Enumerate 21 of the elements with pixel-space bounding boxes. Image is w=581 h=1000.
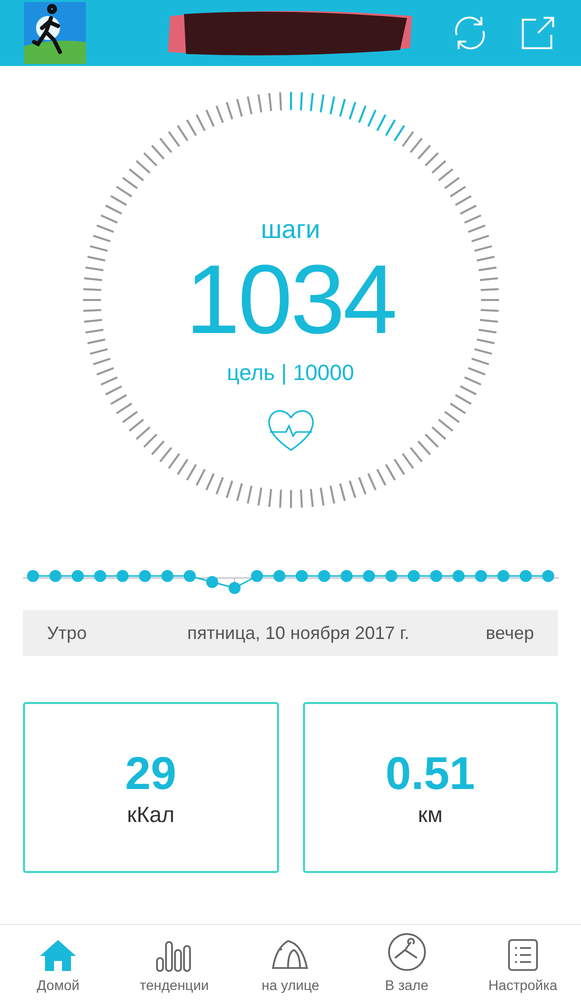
app-logo-icon[interactable] [24,2,86,64]
tent-icon [270,938,310,972]
nav-tab[interactable]: тенденции [116,925,232,1000]
yoga-pose-icon [386,932,427,972]
nav-tab[interactable]: Настройка [464,925,581,1000]
stat-unit: кКал [126,804,174,826]
stat-value: 0.51 [385,750,476,796]
date-label: пятница, 10 ноября 2017 г. [187,622,410,645]
steps-count: 1034 [185,250,396,348]
steps-label: шаги [260,216,320,242]
nav-tab[interactable]: Домой [0,925,116,1000]
home-icon [38,938,78,972]
stat-unit: км [418,804,443,826]
nav-tab[interactable]: В зале [348,925,465,1000]
morning-label: Утро [47,622,87,645]
share-icon[interactable] [519,14,557,52]
evening-label: вечер [486,622,534,645]
heart-rate-icon[interactable] [266,408,316,452]
steps-goal: цель | 10000 [226,362,354,384]
stat-value: 29 [125,750,176,796]
nav-tab[interactable]: на улице [232,925,349,1000]
